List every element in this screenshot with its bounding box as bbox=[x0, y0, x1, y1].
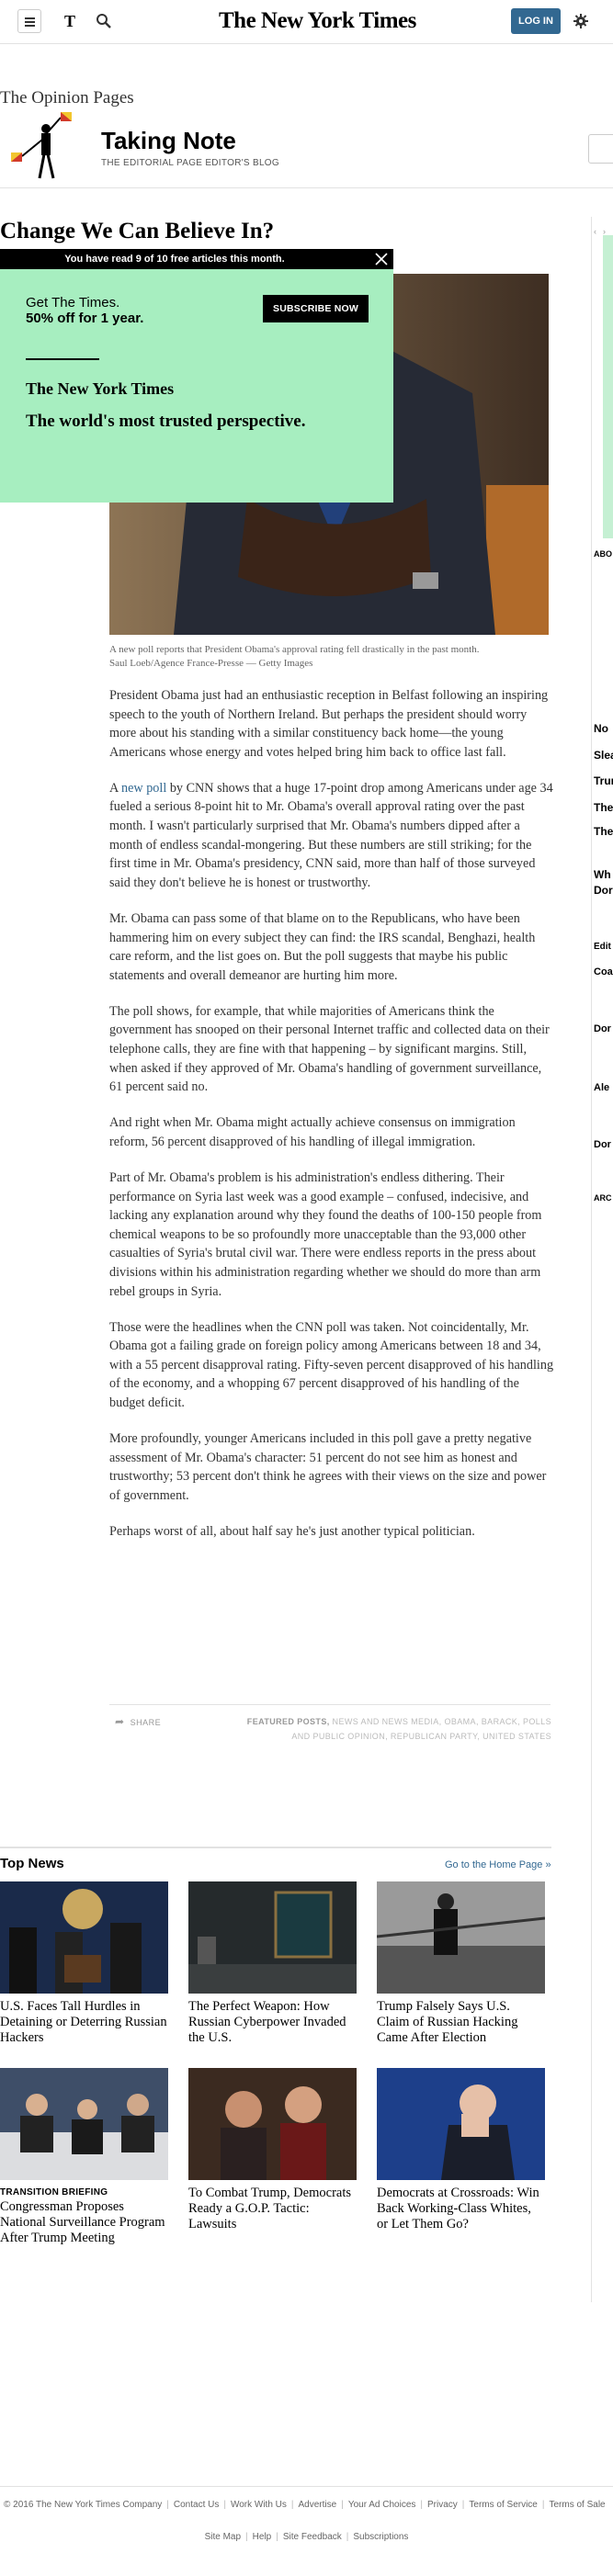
divider bbox=[0, 2486, 613, 2487]
login-button[interactable]: LOG IN bbox=[511, 8, 561, 34]
close-icon[interactable] bbox=[373, 251, 390, 267]
share-arrow-icon: ➦ bbox=[115, 1715, 125, 1728]
story-kicker[interactable]: TRANSITION BRIEFING bbox=[0, 2187, 168, 2198]
rail-item[interactable]: Dor bbox=[594, 1139, 611, 1150]
offer-headline: Get The Times. bbox=[26, 295, 120, 311]
rail-item[interactable]: Ale bbox=[594, 1082, 609, 1093]
article-paragraph: President Obama just had an enthusiastic… bbox=[109, 688, 549, 760]
rail-item[interactable]: No bbox=[594, 722, 608, 735]
story-headline[interactable]: Trump Falsely Says U.S. Claim of Russian… bbox=[377, 1999, 545, 2046]
story-thumbnail[interactable] bbox=[188, 2068, 357, 2180]
article-paragraph: Perhaps worst of all, about half say he'… bbox=[109, 1523, 475, 1539]
rail-heading: ABO bbox=[594, 549, 612, 559]
article-paragraph: Those were the headlines when the CNN po… bbox=[109, 1319, 554, 1410]
footer-link[interactable]: Advertise bbox=[299, 2500, 337, 2510]
offer-discount: 50% off for 1 year. bbox=[26, 311, 144, 326]
blog-subtitle: THE EDITORIAL PAGE EDITOR'S BLOG bbox=[101, 158, 279, 168]
semaphore-figure-logo-icon bbox=[9, 108, 83, 180]
article-title: Change We Can Believe In? bbox=[0, 219, 275, 243]
story-headline[interactable]: Congressman Proposes National Surveillan… bbox=[0, 2199, 168, 2246]
story-thumbnail[interactable] bbox=[377, 2068, 545, 2180]
story-thumbnail[interactable] bbox=[188, 1881, 357, 1994]
subscription-offer-panel: Get The Times. 50% off for 1 year. SUBSC… bbox=[0, 269, 393, 503]
article-paragraph: Part of Mr. Obama's problem is his admin… bbox=[109, 1169, 542, 1299]
copyright: © 2016 The New York Times Company bbox=[4, 2500, 163, 2510]
rail-item[interactable]: Slea bbox=[594, 749, 613, 762]
footer-link[interactable]: Subscriptions bbox=[353, 2532, 408, 2542]
rail-item[interactable]: Dor bbox=[594, 884, 613, 897]
blog-search-input[interactable] bbox=[588, 134, 613, 164]
new-poll-link[interactable]: new poll bbox=[118, 781, 166, 796]
tag-list[interactable]: NEWS AND NEWS MEDIA, OBAMA, BARACK, POLL… bbox=[291, 1717, 551, 1741]
post-tags: FEATURED POSTS, NEWS AND NEWS MEDIA, OBA… bbox=[232, 1714, 551, 1744]
chevron-left-icon[interactable]: ‹ bbox=[594, 227, 596, 236]
article-body: President Obama just had an enthusiastic… bbox=[109, 686, 554, 1558]
footer-link[interactable]: Site Map bbox=[205, 2532, 241, 2542]
rail-item[interactable]: Dor bbox=[594, 1023, 611, 1034]
footer-link[interactable]: Privacy bbox=[427, 2500, 458, 2510]
story-card[interactable]: Trump Falsely Says U.S. Claim of Russian… bbox=[377, 1881, 545, 2046]
divider bbox=[0, 187, 613, 188]
top-navigation-bar: T The New York Times LOG IN bbox=[0, 0, 613, 44]
rail-item[interactable]: The bbox=[594, 801, 613, 814]
share-button[interactable]: ➦ SHARE bbox=[115, 1715, 161, 1728]
rail-item[interactable]: Coa bbox=[594, 966, 613, 977]
search-icon[interactable] bbox=[96, 13, 112, 29]
divider bbox=[26, 358, 99, 360]
story-card[interactable]: The Perfect Weapon: How Russian Cyberpow… bbox=[188, 1881, 357, 2046]
divider bbox=[109, 1704, 551, 1705]
article-paragraph: The poll shows, for example, that while … bbox=[109, 1003, 550, 1095]
footer-link[interactable]: Your Ad Choices bbox=[348, 2500, 416, 2510]
footer-link[interactable]: Contact Us bbox=[174, 2500, 219, 2510]
meter-message: You have read 9 of 10 free articles this… bbox=[64, 254, 285, 265]
footer-link[interactable]: Help bbox=[253, 2532, 272, 2542]
rail-item[interactable]: Trur bbox=[594, 774, 613, 787]
story-card[interactable]: TRANSITION BRIEFING Congressman Proposes… bbox=[0, 2068, 168, 2246]
divider bbox=[0, 1847, 551, 1848]
nyt-logo: The New York Times bbox=[26, 379, 175, 398]
article-meter-bar: You have read 9 of 10 free articles this… bbox=[0, 249, 393, 269]
sections-menu-button[interactable] bbox=[17, 9, 41, 33]
footer-link[interactable]: Terms of Service bbox=[469, 2500, 537, 2510]
svg-text:T: T bbox=[64, 12, 75, 30]
photo-credit: Saul Loeb/Agence France-Presse — Getty I… bbox=[109, 658, 313, 669]
nyt-t-logo-icon[interactable]: T bbox=[62, 12, 79, 30]
article-paragraph: Mr. Obama can pass some of that blame on… bbox=[109, 910, 536, 983]
story-card[interactable]: To Combat Trump, Democrats Ready a G.O.P… bbox=[188, 2068, 357, 2232]
story-thumbnail[interactable] bbox=[0, 2068, 168, 2180]
photo-caption: A new poll reports that President Obama'… bbox=[109, 643, 551, 671]
rail-heading: Edit bbox=[594, 942, 611, 952]
story-headline[interactable]: U.S. Faces Tall Hurdles in Detaining or … bbox=[0, 1999, 168, 2046]
article-paragraph: And right when Mr. Obama might actually … bbox=[109, 1115, 516, 1149]
section-label[interactable]: The Opinion Pages bbox=[0, 88, 134, 108]
home-page-link[interactable]: Go to the Home Page » bbox=[445, 1859, 551, 1870]
story-thumbnail[interactable] bbox=[0, 1881, 168, 1994]
blog-title[interactable]: Taking Note bbox=[101, 127, 236, 155]
rail-heading: ARC bbox=[594, 1193, 612, 1203]
masthead-logo[interactable]: The New York Times bbox=[219, 8, 416, 34]
footer-links-secondary: Site Map | Help | Site Feedback | Subscription… bbox=[204, 2532, 409, 2542]
gear-icon[interactable] bbox=[573, 13, 589, 29]
rail-item[interactable]: The bbox=[594, 825, 613, 838]
article-paragraph: A new poll by CNN shows that a huge 17-p… bbox=[109, 780, 553, 890]
story-headline[interactable]: The Perfect Weapon: How Russian Cyberpow… bbox=[188, 1999, 357, 2046]
footer-link[interactable]: Work With Us bbox=[231, 2500, 287, 2510]
right-rail-ad[interactable] bbox=[603, 235, 613, 538]
story-headline[interactable]: To Combat Trump, Democrats Ready a G.O.P… bbox=[188, 2186, 357, 2232]
story-card[interactable]: Democrats at Crossroads: Win Back Workin… bbox=[377, 2068, 545, 2232]
footer-link[interactable]: Terms of Sale bbox=[549, 2500, 605, 2510]
footer-link[interactable]: Site Feedback bbox=[283, 2532, 342, 2542]
caption-text: A new poll reports that President Obama'… bbox=[109, 644, 480, 655]
top-news-heading: Top News bbox=[0, 1856, 64, 1871]
rail-item[interactable]: Wh bbox=[594, 868, 611, 881]
article-paragraph: More profoundly, younger Americans inclu… bbox=[109, 1431, 547, 1503]
right-rail-divider bbox=[591, 217, 592, 2302]
footer-links: © 2016 The New York Times Company | Contac… bbox=[4, 2500, 606, 2510]
story-headline[interactable]: Democrats at Crossroads: Win Back Workin… bbox=[377, 2186, 545, 2232]
subscribe-now-button[interactable]: SUBSCRIBE NOW bbox=[263, 295, 369, 322]
offer-tagline: The world's most trusted perspective. bbox=[26, 412, 306, 431]
story-thumbnail[interactable] bbox=[377, 1881, 545, 1994]
story-card[interactable]: U.S. Faces Tall Hurdles in Detaining or … bbox=[0, 1881, 168, 2046]
featured-posts-label[interactable]: FEATURED POSTS, bbox=[247, 1717, 330, 1726]
